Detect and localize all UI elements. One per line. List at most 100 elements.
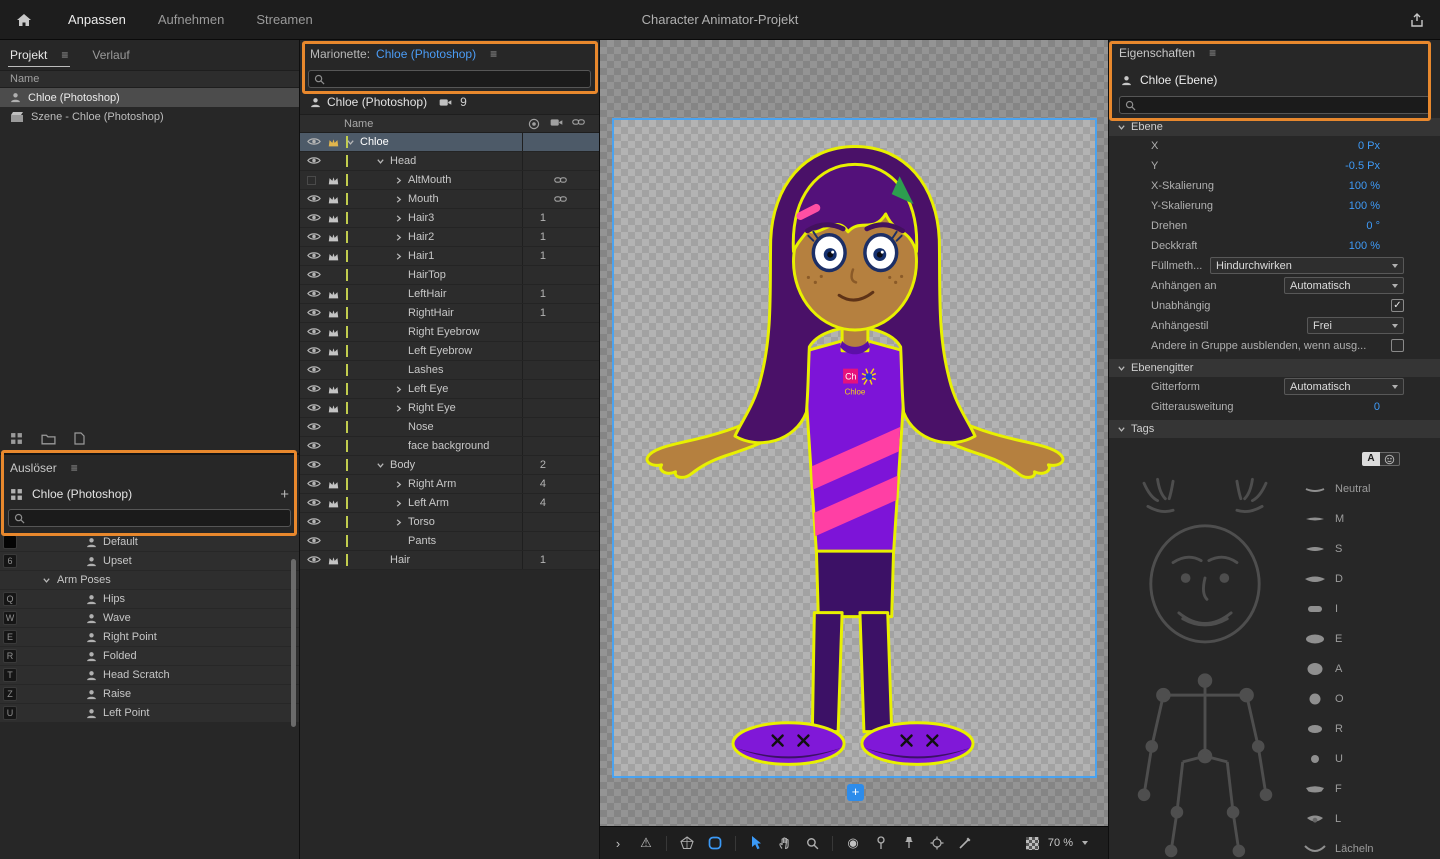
property-value[interactable]: -0.5 Px [1345,160,1380,172]
trigger-key[interactable]: U [3,706,17,720]
puppet-layer-row[interactable]: Hair11 [300,247,599,266]
trigger-row[interactable]: Default [0,533,299,552]
share-icon[interactable] [1410,13,1424,27]
crown-icon[interactable] [327,308,340,319]
eye-icon[interactable] [307,479,321,488]
dropdown[interactable]: Frei [1307,317,1404,334]
trigger-row[interactable]: THead Scratch [0,666,299,685]
trigger-row[interactable]: ZRaise [0,685,299,704]
chevron-right-icon[interactable] [394,195,403,204]
chevron-right-icon[interactable] [394,214,403,223]
tag-mode-a-button[interactable]: A [1362,452,1380,466]
chloe-character[interactable]: Ch Chloe [614,120,1095,776]
trigger-key[interactable]: W [3,611,17,625]
eye-icon[interactable] [307,137,321,146]
home-icon[interactable] [16,13,32,27]
tag-row[interactable]: U [1299,744,1440,774]
tag-row[interactable]: M [1299,504,1440,534]
puppet-name-link[interactable]: Chloe (Photoshop) [376,47,476,61]
mesh-icon[interactable] [679,835,695,851]
puppet-layer-row[interactable]: Nose [300,418,599,437]
property-value[interactable]: 100 % [1349,240,1380,252]
trigger-key[interactable]: 6 [3,554,17,568]
eye-icon[interactable] [307,555,321,564]
chevron-right-icon[interactable] [394,480,403,489]
crown-icon[interactable] [327,137,340,148]
workspace-tab-anpassen[interactable]: Anpassen [52,0,142,40]
section-header-tags[interactable]: Tags [1109,420,1440,438]
eye-icon[interactable] [307,384,321,393]
puppet-layer-row[interactable]: Hair1 [300,551,599,570]
trigger-key[interactable]: R [3,649,17,663]
pushpin-icon[interactable] [901,835,917,851]
trigger-key[interactable]: T [3,668,17,682]
puppet-layer-row[interactable]: Right Eyebrow [300,323,599,342]
crown-icon[interactable] [327,384,340,395]
puppet-layer-row[interactable]: Torso [300,513,599,532]
puppet-layer-row[interactable]: AltMouth [300,171,599,190]
trigger-row[interactable]: ERight Point [0,628,299,647]
puppet-layer-row[interactable]: Body2 [300,456,599,475]
puppet-layer-row[interactable]: Hair21 [300,228,599,247]
puppet-layer-row[interactable]: Pants [300,532,599,551]
puppet-layer-row[interactable]: HairTop [300,266,599,285]
eye-icon[interactable] [307,441,321,450]
workspace-tab-aufnehmen[interactable]: Aufnehmen [142,0,241,40]
crown-icon[interactable] [327,403,340,414]
section-header-ebenengitter[interactable]: Ebenengitter [1109,359,1440,377]
tag-row[interactable]: O [1299,684,1440,714]
chevron-right-icon[interactable] [394,233,403,242]
puppet-layer-row[interactable]: Head [300,152,599,171]
eye-icon[interactable] [307,213,321,222]
project-item[interactable]: Chloe (Photoshop) [0,88,299,107]
project-item[interactable]: Szene - Chloe (Photoshop) [0,107,299,126]
eye-icon[interactable] [307,517,321,526]
crown-icon[interactable] [327,232,340,243]
chevron-right-icon[interactable] [394,252,403,261]
panel-tab-verlauf[interactable]: Verlauf [92,40,129,70]
crown-icon[interactable] [327,479,340,490]
section-header-ebene[interactable]: Ebene [1109,118,1440,136]
panel-menu-icon[interactable]: ≡ [61,48,68,62]
workspace-tab-streamen[interactable]: Streamen [240,0,328,40]
lip-sync-link-icon[interactable] [554,176,567,184]
eye-icon[interactable] [307,327,321,336]
handle-pin-icon[interactable] [873,835,889,851]
properties-search-input[interactable] [1140,98,1424,112]
trigger-row[interactable]: 6Upset [0,552,299,571]
property-value[interactable]: 100 % [1349,200,1380,212]
camera-icon[interactable] [550,118,563,127]
eye-icon[interactable] [307,403,321,412]
eye-icon[interactable] [307,308,321,317]
dragger-tool-icon[interactable] [957,835,973,851]
lip-sync-link-icon[interactable] [554,195,567,203]
checkbox[interactable] [1391,339,1404,352]
trigger-key[interactable]: Z [3,687,17,701]
property-value[interactable]: 0 [1374,401,1380,413]
dropdown[interactable]: Automatisch [1284,277,1404,294]
eye-icon[interactable] [307,251,321,260]
puppet-layer-row[interactable]: Mouth [300,190,599,209]
eye-icon[interactable] [307,156,321,165]
eye-icon[interactable] [307,289,321,298]
trigger-set-row[interactable]: Chloe (Photoshop) + [0,481,299,507]
chevron-right-icon[interactable] [394,176,403,185]
trigger-row[interactable]: RFolded [0,647,299,666]
chevron-right-icon[interactable] [394,404,403,413]
new-puppet-icon[interactable] [10,432,23,445]
puppet-layer-row[interactable]: Left Eye [300,380,599,399]
crown-icon[interactable] [327,346,340,357]
eye-icon[interactable] [307,498,321,507]
property-value[interactable]: 100 % [1349,180,1380,192]
transparency-grid-icon[interactable] [1026,837,1039,850]
add-handle-button[interactable]: + [847,784,864,801]
tag-row[interactable]: I [1299,594,1440,624]
chevron-right-icon[interactable] [394,499,403,508]
chevron-down-icon[interactable] [346,138,355,147]
tag-row[interactable]: L [1299,804,1440,834]
eye-icon[interactable] [307,422,321,431]
puppet-layer-row[interactable]: Lashes [300,361,599,380]
chevron-down-icon[interactable] [376,157,385,166]
trigger-key[interactable] [3,535,17,549]
puppet-layer-row[interactable]: Right Arm4 [300,475,599,494]
